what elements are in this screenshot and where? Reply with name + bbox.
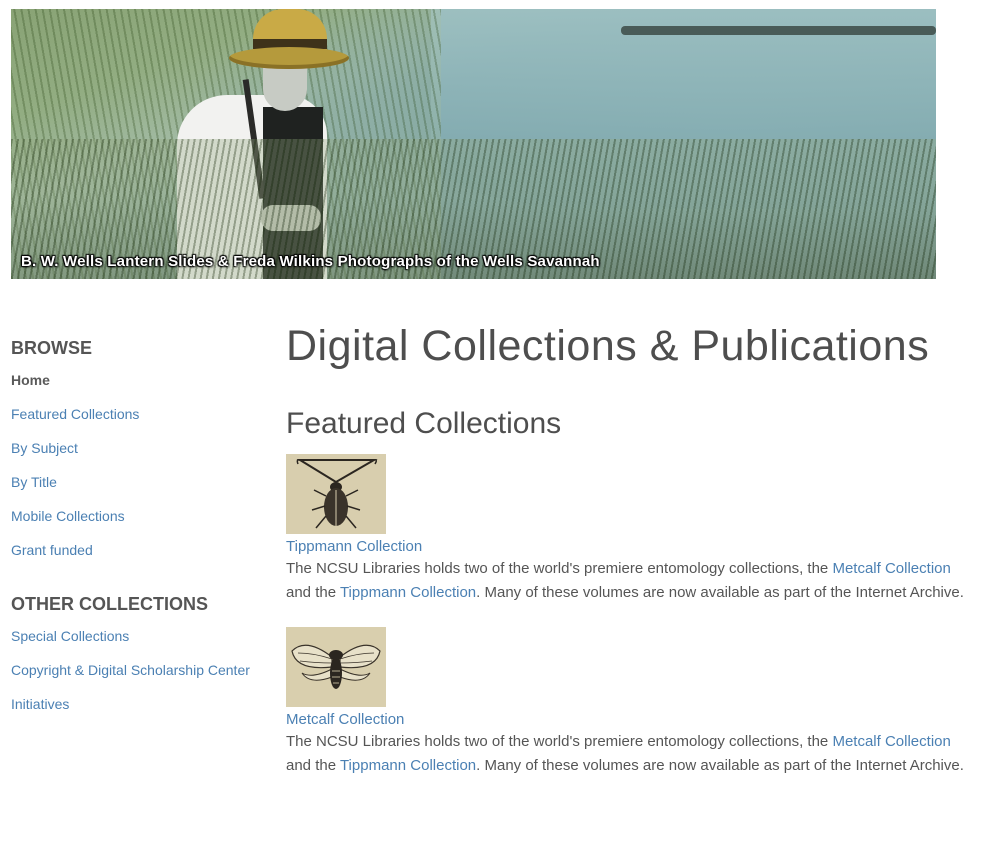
sidebar-item-featured-collections: Featured Collections	[11, 405, 251, 424]
sidebar-link-initiatives[interactable]: Initiatives	[11, 696, 69, 712]
banner-shoreline	[621, 26, 936, 35]
sidebar-link-by-subject[interactable]: By Subject	[11, 440, 78, 456]
beetle-illustration-icon	[286, 454, 386, 534]
page-title: Digital Collections & Publications	[286, 322, 930, 370]
header-banner[interactable]: B. W. Wells Lantern Slides & Freda Wilki…	[11, 9, 936, 279]
sidebar-link-grant-funded[interactable]: Grant funded	[11, 542, 93, 558]
browse-list: Home Featured Collections By Subject By …	[11, 371, 251, 560]
cicada-illustration-icon	[286, 627, 386, 707]
metcalf-thumbnail-link[interactable]	[286, 627, 386, 707]
sidebar-link-featured-collections[interactable]: Featured Collections	[11, 406, 139, 422]
sidebar-item-initiatives: Initiatives	[11, 695, 251, 714]
browse-heading: BROWSE	[11, 338, 92, 358]
sidebar-item-copyright-center: Copyright & Digital Scholarship Center	[11, 661, 251, 680]
desc-text-part: . Many of these volumes are now availabl…	[476, 757, 964, 774]
banner-caption: B. W. Wells Lantern Slides & Freda Wilki…	[21, 253, 600, 270]
sidebar: BROWSE Home Featured Collections By Subj…	[11, 338, 251, 729]
desc-text-part: and the	[286, 584, 340, 601]
sidebar-item-by-title: By Title	[11, 473, 251, 492]
sidebar-link-copyright-center[interactable]: Copyright & Digital Scholarship Center	[11, 662, 250, 678]
tippmann-collection-title-link[interactable]: Tippmann Collection	[286, 537, 976, 557]
tippmann-thumbnail-link[interactable]	[286, 454, 386, 534]
sidebar-item-special-collections: Special Collections	[11, 627, 251, 646]
desc-text-part: The NCSU Libraries holds two of the worl…	[286, 733, 833, 750]
featured-collections-heading: Featured Collections	[286, 407, 562, 440]
sidebar-item-by-subject: By Subject	[11, 439, 251, 458]
tippmann-collection-inline-link[interactable]: Tippmann Collection	[340, 757, 476, 774]
metcalf-collection-description: The NCSU Libraries holds two of the worl…	[286, 730, 976, 778]
collection-item-metcalf: Metcalf Collection The NCSU Libraries ho…	[286, 627, 976, 778]
desc-text-part: and the	[286, 757, 340, 774]
sidebar-link-home[interactable]: Home	[11, 372, 50, 388]
metcalf-collection-title-link[interactable]: Metcalf Collection	[286, 710, 976, 730]
sidebar-link-by-title[interactable]: By Title	[11, 474, 57, 490]
sidebar-link-special-collections[interactable]: Special Collections	[11, 628, 129, 644]
metcalf-collection-inline-link[interactable]: Metcalf Collection	[832, 733, 950, 750]
other-collections-list: Special Collections Copyright & Digital …	[11, 627, 251, 714]
desc-text-part: . Many of these volumes are now availabl…	[476, 584, 964, 601]
sidebar-item-home: Home	[11, 371, 251, 390]
main-content: Digital Collections & Publications Featu…	[286, 318, 976, 800]
tippmann-collection-inline-link[interactable]: Tippmann Collection	[340, 584, 476, 601]
collection-item-tippmann: Tippmann Collection The NCSU Libraries h…	[286, 454, 976, 605]
sidebar-item-mobile-collections: Mobile Collections	[11, 507, 251, 526]
desc-text-part: The NCSU Libraries holds two of the worl…	[286, 560, 833, 577]
banner-figure-face	[263, 63, 307, 111]
tippmann-collection-description: The NCSU Libraries holds two of the worl…	[286, 557, 976, 605]
other-collections-heading: OTHER COLLECTIONS	[11, 594, 208, 614]
page: B. W. Wells Lantern Slides & Freda Wilki…	[0, 0, 993, 847]
metcalf-collection-inline-link[interactable]: Metcalf Collection	[832, 560, 950, 577]
sidebar-link-mobile-collections[interactable]: Mobile Collections	[11, 508, 125, 524]
banner-figure-hat-brim	[229, 47, 349, 69]
sidebar-item-grant-funded: Grant funded	[11, 541, 251, 560]
